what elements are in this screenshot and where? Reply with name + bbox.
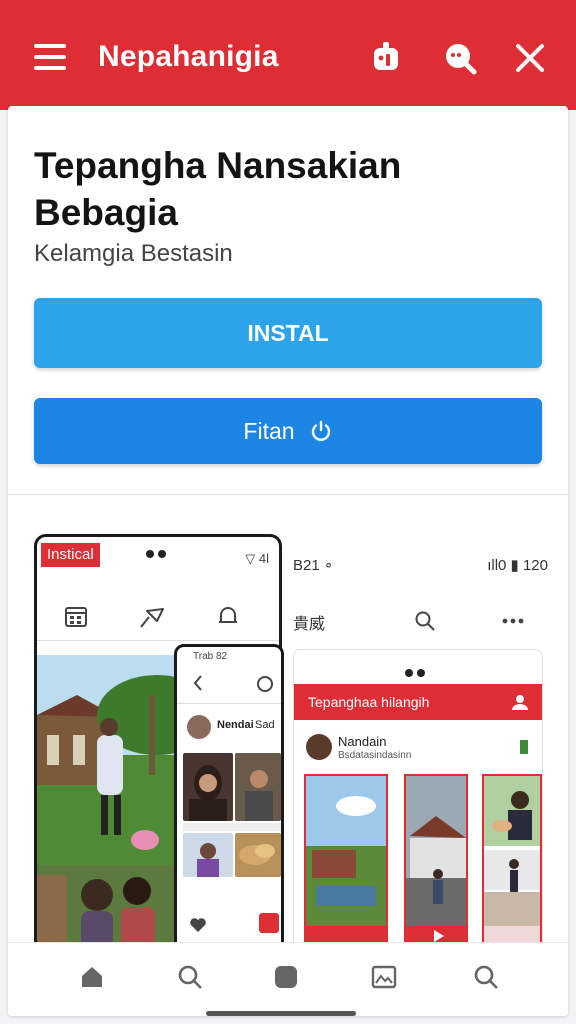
top-app-bar: Nepahanigia	[0, 0, 576, 110]
screenshot-header-title: Tepanghaa hilangih	[308, 694, 430, 710]
battery-icon	[520, 740, 528, 754]
status-bar: ▽ 4l	[245, 551, 269, 566]
app-name-heading: Tepangha Nansakian Bebagia	[34, 145, 402, 233]
app-bar-title: Nepahanigia	[98, 40, 279, 73]
user-subtitle: Bsdatasindasinn	[338, 750, 412, 761]
power-icon	[311, 420, 330, 441]
bell-icon	[219, 607, 237, 623]
calendar-icon	[65, 607, 87, 627]
open-button[interactable]: Fitan	[34, 398, 542, 464]
install-button[interactable]: INSTAL	[34, 298, 542, 368]
screenshot-toolbar	[37, 591, 279, 641]
more-icon[interactable]	[502, 618, 524, 624]
screenshot-header: Tepanghaa hilangih	[294, 684, 542, 720]
developer-name[interactable]: Kelamgia Bestasin	[34, 240, 233, 268]
screenshot-badge: Instical	[41, 543, 100, 567]
menu-icon[interactable]	[34, 44, 66, 70]
app-frame: Nepahanigia Tepangha Nansakian Bebagia K…	[0, 0, 576, 1024]
screenshot-2[interactable]: Trab 82 Nendai Sad	[174, 644, 284, 942]
home-icon[interactable]	[78, 963, 106, 991]
user-name: Nandain	[338, 734, 387, 749]
photo-tile[interactable]	[235, 833, 281, 877]
home-indicator[interactable]	[206, 1011, 356, 1016]
gift-icon[interactable]	[259, 913, 279, 933]
user-suffix: Sad	[255, 719, 275, 731]
status-bar: Trab 82	[193, 651, 228, 662]
apps-icon[interactable]	[272, 963, 300, 991]
photo-tile[interactable]	[183, 833, 233, 877]
search-icon[interactable]	[440, 38, 480, 78]
app-detail-card: Tepangha Nansakian Bebagia Kelamgia Best…	[8, 106, 568, 1016]
photo-tile[interactable]	[235, 753, 281, 821]
open-button-label: Fitan	[243, 417, 295, 444]
post-card[interactable]	[304, 774, 388, 942]
avatar	[187, 715, 211, 739]
user-name: Nendai	[217, 719, 254, 731]
back-icon[interactable]	[191, 673, 205, 693]
timer-icon[interactable]	[255, 673, 275, 693]
status-bar-left: B21 ∘	[293, 557, 334, 574]
heart-icon[interactable]	[189, 917, 207, 933]
gallery-icon[interactable]	[370, 963, 398, 991]
screenshot-3[interactable]: Tepanghaa hilangih Nandain Bsdatasindasi…	[294, 650, 542, 942]
bottom-navigation	[8, 942, 568, 1016]
profile-icon[interactable]	[510, 692, 530, 712]
search-icon[interactable]	[176, 963, 204, 991]
search-icon[interactable]	[472, 963, 500, 991]
post-card[interactable]	[482, 774, 542, 942]
photo-tile[interactable]	[183, 753, 233, 821]
screenshot-carousel[interactable]: Instical ▽ 4l Trab 82 Nendai Sad B21 ∘ ı…	[8, 526, 568, 942]
search-icon[interactable]	[414, 610, 436, 632]
status-bar-right: ıll0 ▮ 120	[487, 557, 548, 574]
close-icon[interactable]	[510, 38, 550, 78]
avatar	[306, 734, 332, 760]
share-icon[interactable]	[366, 38, 406, 78]
pin-icon	[140, 608, 164, 628]
install-button-label: INSTAL	[247, 319, 329, 346]
camera-dots-icon	[405, 669, 425, 677]
screenshot-tab-label: 貴威	[293, 616, 326, 633]
post-card[interactable]	[404, 774, 468, 942]
section-divider	[8, 494, 568, 495]
camera-dots-icon	[146, 550, 166, 558]
